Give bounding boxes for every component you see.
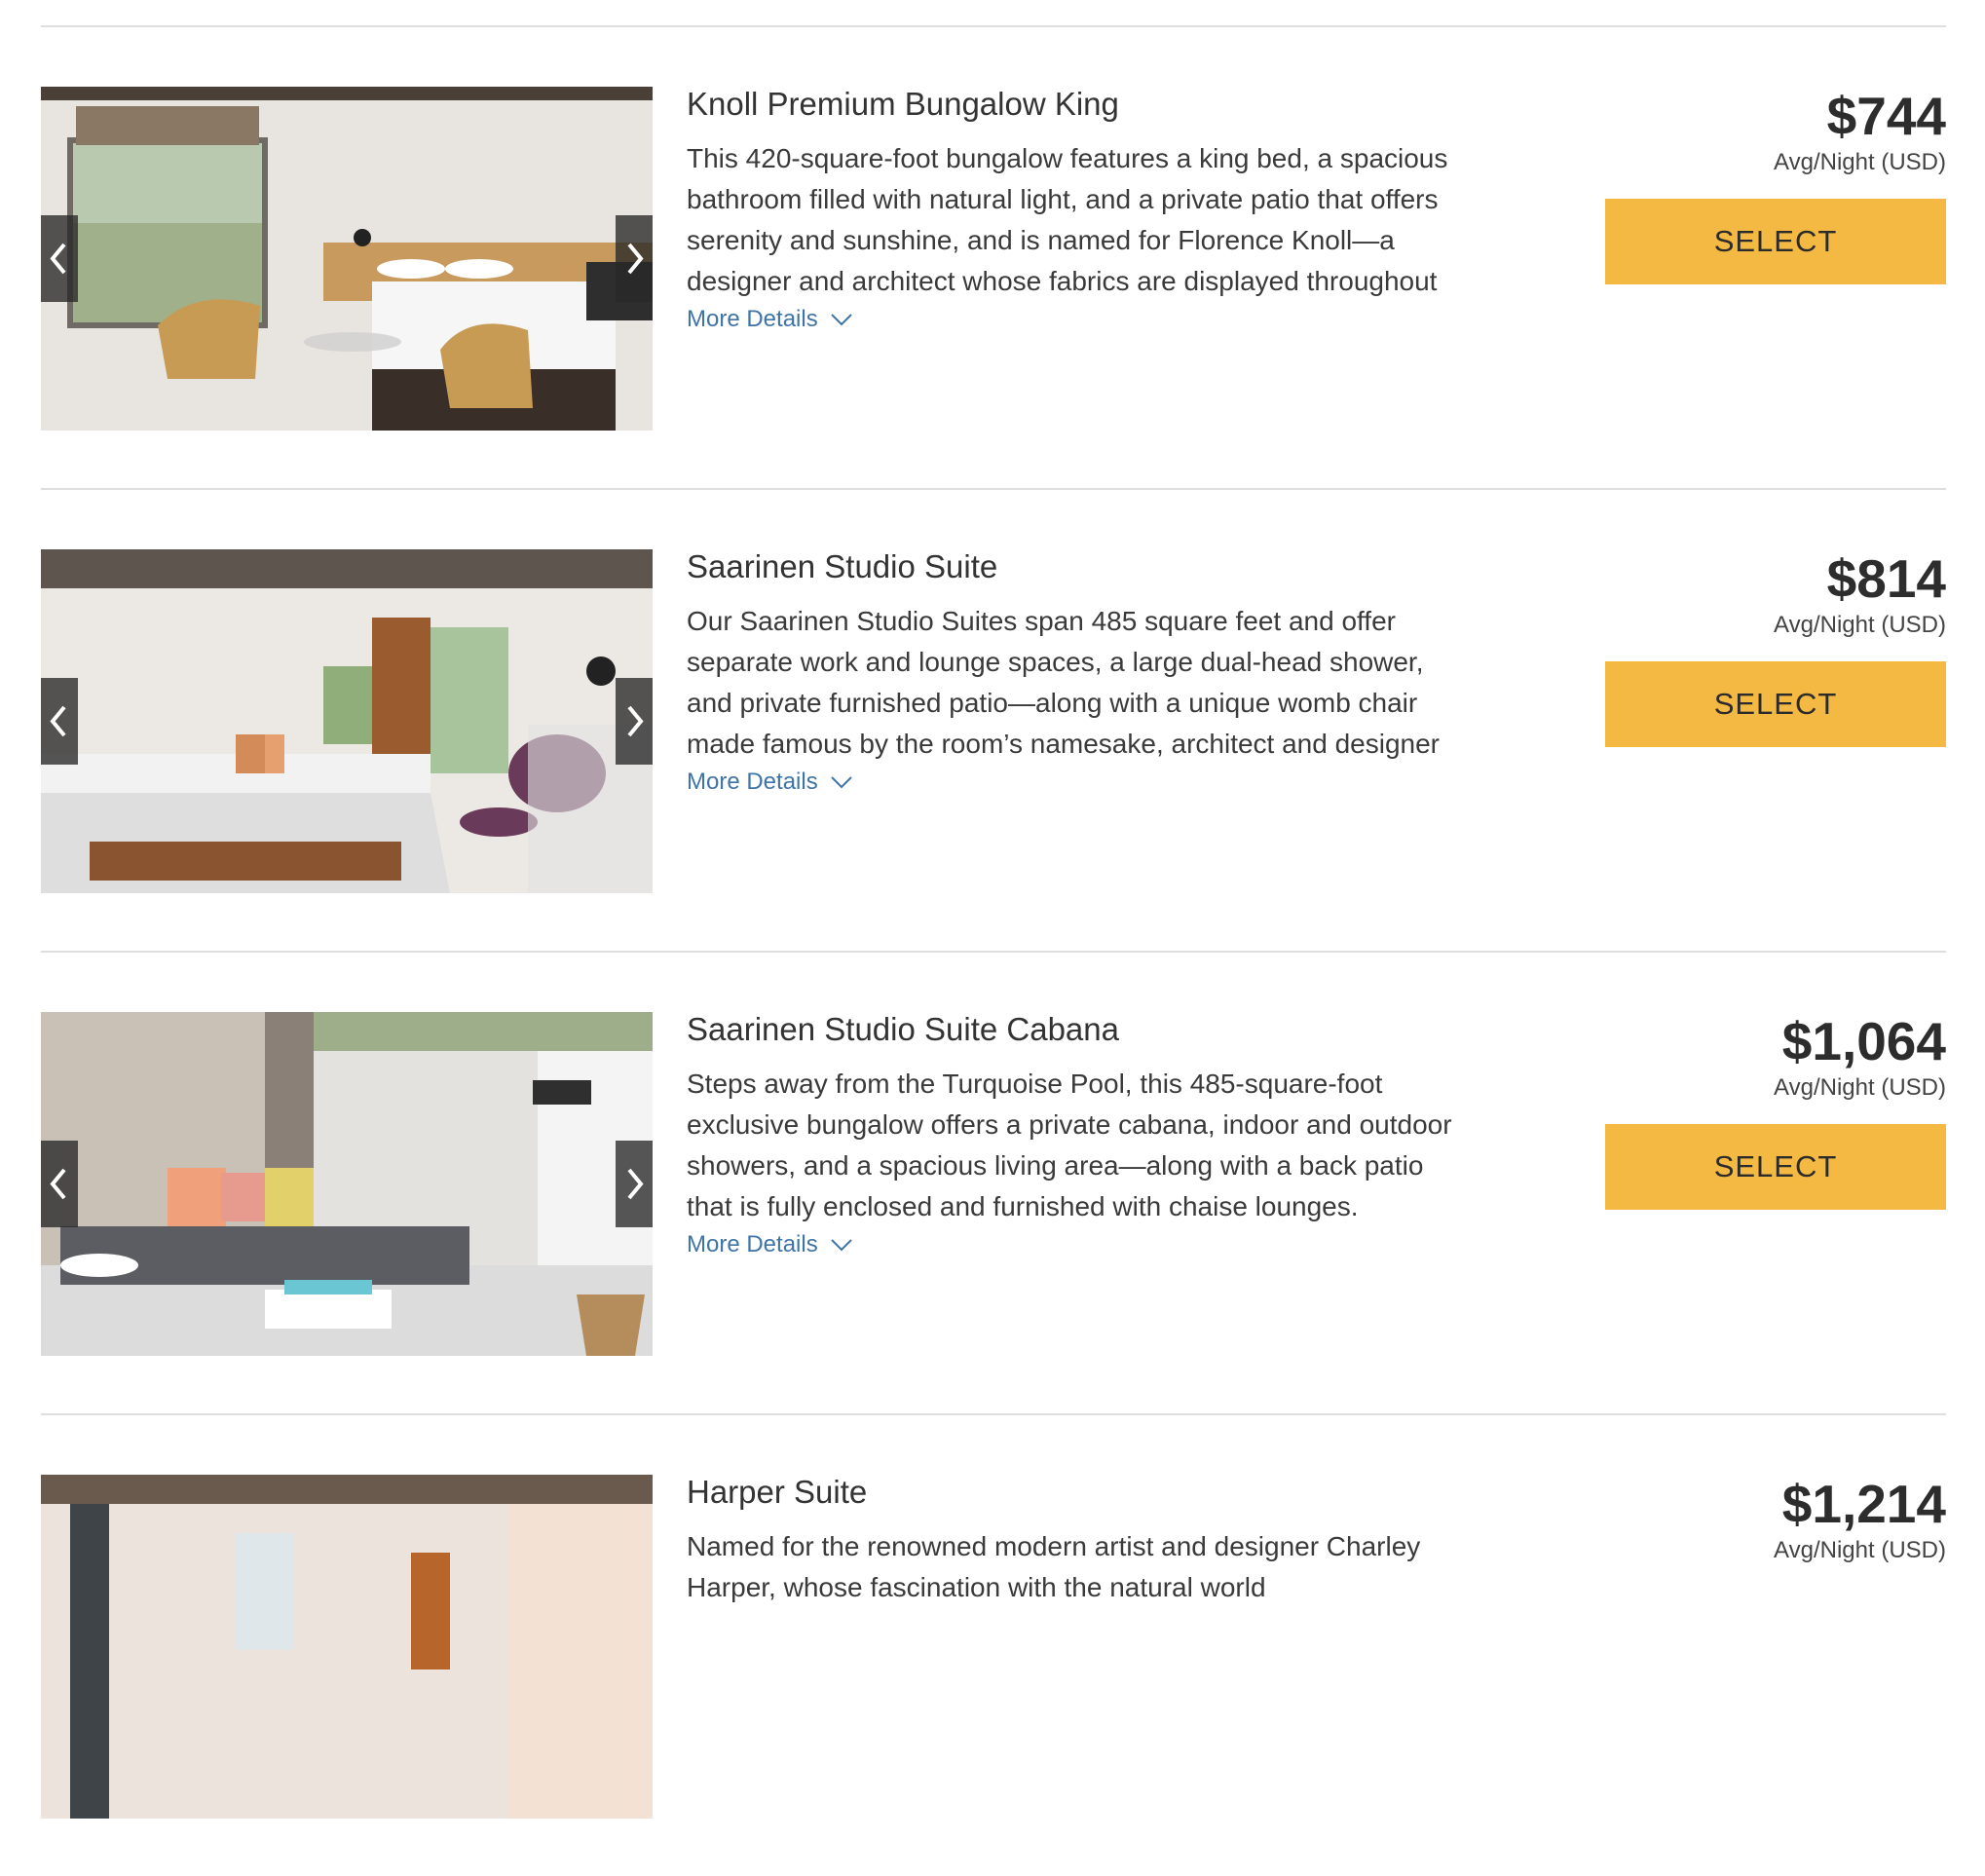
room-photo <box>41 1012 653 1356</box>
room-title: Harper Suite <box>687 1474 868 1510</box>
more-details-label: More Details <box>687 1231 818 1257</box>
room-description: Steps away from the Turquoise Pool, this… <box>687 1069 1452 1221</box>
next-photo-button[interactable] <box>616 1141 653 1227</box>
more-details-link[interactable]: More Details <box>687 304 853 335</box>
prev-photo-button[interactable] <box>41 215 78 302</box>
price-unit: Avg/Night (USD) <box>1774 149 1946 175</box>
chevron-down-icon <box>831 314 852 326</box>
room-price: $814 <box>1826 548 1946 609</box>
next-photo-button[interactable] <box>616 215 653 302</box>
chevron-down-icon <box>831 776 852 789</box>
room-price: $744 <box>1826 86 1946 146</box>
more-details-label: More Details <box>687 769 818 795</box>
room-description: Named for the renowned modern artist and… <box>687 1531 1421 1602</box>
chevron-left-icon <box>50 1168 66 1200</box>
price-unit: Avg/Night (USD) <box>1774 612 1946 638</box>
room-info: Knoll Premium Bungalow King This 420-squ… <box>687 84 1476 335</box>
select-button[interactable]: SELECT <box>1605 661 1946 747</box>
room-list: Knoll Premium Bungalow King This 420-squ… <box>41 0 1946 1876</box>
room-info: Saarinen Studio Suite Cabana Steps away … <box>687 1009 1476 1260</box>
next-photo-button[interactable] <box>616 678 653 765</box>
prev-photo-button[interactable] <box>41 678 78 765</box>
room-card: Knoll Premium Bungalow King This 420-squ… <box>41 25 1946 488</box>
chevron-right-icon <box>627 705 644 737</box>
price-box: $1,214 Avg/Night (USD) <box>1595 1472 1946 1565</box>
room-title: Saarinen Studio Suite Cabana <box>687 1011 1119 1047</box>
chevron-left-icon <box>50 243 66 275</box>
select-button[interactable]: SELECT <box>1605 199 1946 284</box>
price-box: $1,064 Avg/Night (USD) SELECT <box>1595 1009 1946 1210</box>
price-box: $814 Avg/Night (USD) SELECT <box>1595 546 1946 747</box>
chevron-right-icon <box>627 243 644 275</box>
prev-photo-button[interactable] <box>41 1141 78 1227</box>
price-unit: Avg/Night (USD) <box>1774 1074 1946 1101</box>
more-details-link[interactable]: More Details <box>687 767 853 798</box>
room-photo <box>41 549 653 893</box>
room-card: Saarinen Studio Suite Our Saarinen Studi… <box>41 488 1946 951</box>
chevron-left-icon <box>50 705 66 737</box>
room-photo <box>41 87 653 431</box>
more-details-label: More Details <box>687 306 818 332</box>
room-photo <box>41 1475 653 1819</box>
room-description: This 420-square-foot bungalow features a… <box>687 143 1448 296</box>
room-card: Saarinen Studio Suite Cabana Steps away … <box>41 951 1946 1413</box>
price-box: $744 Avg/Night (USD) SELECT <box>1595 84 1946 284</box>
room-card: Harper Suite Named for the renowned mode… <box>41 1413 1946 1876</box>
room-title: Saarinen Studio Suite <box>687 548 998 584</box>
room-info: Saarinen Studio Suite Our Saarinen Studi… <box>687 546 1476 798</box>
chevron-right-icon <box>627 1168 644 1200</box>
room-price: $1,214 <box>1781 1474 1946 1534</box>
room-description: Our Saarinen Studio Suites span 485 squa… <box>687 606 1441 759</box>
room-info: Harper Suite Named for the renowned mode… <box>687 1472 1476 1690</box>
more-details-link[interactable]: More Details <box>687 1229 853 1260</box>
room-price: $1,064 <box>1781 1011 1946 1071</box>
price-unit: Avg/Night (USD) <box>1774 1537 1946 1563</box>
chevron-down-icon <box>831 1239 852 1252</box>
room-title: Knoll Premium Bungalow King <box>687 86 1119 122</box>
select-button[interactable]: SELECT <box>1605 1124 1946 1210</box>
